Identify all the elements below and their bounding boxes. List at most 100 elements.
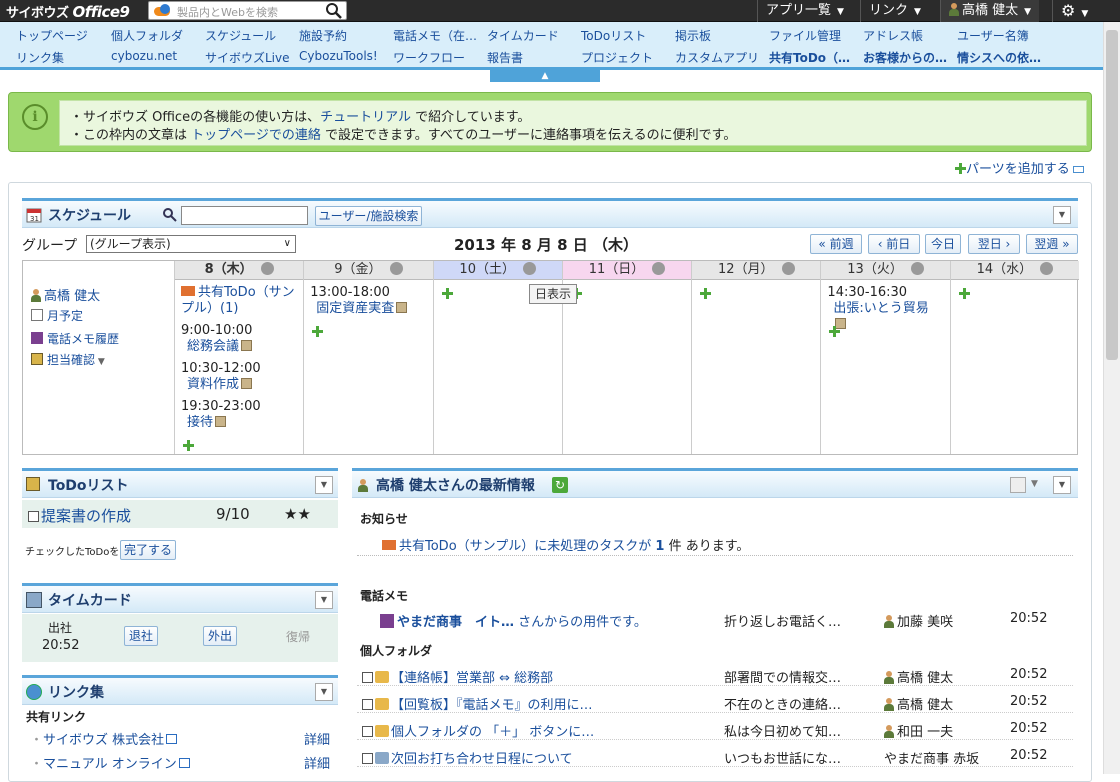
nav-item[interactable]: 施設予約 <box>299 27 391 44</box>
vertical-scrollbar[interactable] <box>1103 22 1120 774</box>
day-view-icon[interactable] <box>652 262 666 275</box>
scrollbar-thumb[interactable] <box>1106 30 1118 360</box>
nav-item[interactable]: 電話メモ（在… <box>393 27 485 44</box>
apps-menu-button[interactable]: アプリ一覧 ▼ <box>757 0 852 22</box>
nav-item[interactable]: プロジェクト <box>581 49 673 66</box>
folder-message-row[interactable]: 個人フォルダの 「＋」 ボタンに… 私は今日初めて知… 和田 一夫 20:52 <box>362 721 1072 740</box>
next-week-button[interactable]: 翌週 » <box>1026 234 1078 254</box>
group-select[interactable]: (グループ表示) ∨ <box>86 235 296 253</box>
event-title[interactable]: 固定資産実査 <box>316 301 394 316</box>
today-button[interactable]: 今日 <box>925 234 961 254</box>
portlet-menu-dropdown[interactable]: ▼ <box>315 591 333 609</box>
day-header[interactable]: 8（木） <box>175 261 304 280</box>
settings-button[interactable]: ⚙ ▼ <box>1052 0 1103 22</box>
portlet-menu-dropdown[interactable]: ▼ <box>315 683 333 701</box>
nav-item[interactable]: アドレス帳 <box>863 27 955 44</box>
phone-memo-history-link[interactable]: 電話メモ履歴 <box>31 330 119 347</box>
go-out-button[interactable]: 外出 <box>203 626 237 646</box>
nav-item[interactable]: お客様からの… <box>863 49 955 66</box>
monthly-schedule-link[interactable]: 月予定 <box>31 307 83 324</box>
day-header[interactable]: 12（月） <box>692 261 821 280</box>
day-view-icon[interactable] <box>910 262 924 275</box>
add-parts-link[interactable]: パーツを追加する <box>955 158 1084 177</box>
clock-out-button[interactable]: 退社 <box>124 626 158 646</box>
add-event-icon[interactable] <box>441 288 453 299</box>
add-event-icon[interactable] <box>829 326 841 337</box>
schedule-event[interactable]: 13:00-18:00 固定資産実査 <box>310 285 419 317</box>
day-header[interactable]: 9（金） <box>304 261 433 280</box>
display-settings-icon[interactable] <box>1010 477 1026 493</box>
day-view-icon[interactable] <box>260 262 274 275</box>
add-event-icon[interactable] <box>700 288 712 299</box>
day-view-icon[interactable] <box>781 262 795 275</box>
folder-message-row[interactable]: 次回お打ち合わせ日程について いつもお世話にな… やまだ商事 赤坂 20:52 <box>362 748 1072 767</box>
assignment-check-link[interactable]: 担当確認 ▼ <box>31 351 105 368</box>
event-title[interactable]: 出張:いとう貿易 <box>833 301 928 316</box>
portlet-menu-dropdown[interactable]: ▼ <box>1053 206 1071 224</box>
nav-item[interactable]: 報告書 <box>487 49 579 66</box>
nav-item[interactable]: ユーザー名簿 <box>957 27 1049 44</box>
next-day-button[interactable]: 翌日 › <box>968 234 1020 254</box>
day-view-icon[interactable] <box>522 262 536 275</box>
event-title[interactable]: 総務会議 <box>187 339 239 354</box>
nav-item[interactable]: 共有ToDo（… <box>769 49 861 66</box>
link-item[interactable]: ・サイボウズ 株式会社 詳細 <box>30 729 330 748</box>
nav-item[interactable]: トップページ <box>16 27 108 44</box>
todo-checkbox[interactable] <box>28 511 39 522</box>
nav-item[interactable]: 情シスへの依… <box>957 49 1049 66</box>
search-icon[interactable] <box>162 207 178 223</box>
search-input[interactable]: 製品内とWebを検索 <box>148 1 347 20</box>
folder-message-row[interactable]: 【連絡帳】営業部 ⇔ 総務部 部署間での情報交… 高橋 健太 20:52 <box>362 667 1072 686</box>
day-header[interactable]: 14（水） <box>950 261 1079 280</box>
schedule-search-input[interactable] <box>181 206 308 225</box>
event-title[interactable]: 接待 <box>187 415 213 430</box>
link-detail[interactable]: 詳細 <box>304 753 330 772</box>
user-facility-search-button[interactable]: ユーザー/施設検索 <box>315 206 422 226</box>
portlet-menu-dropdown[interactable]: ▼ <box>1053 476 1071 494</box>
nav-item[interactable]: カスタムアプリ <box>675 49 767 66</box>
schedule-event[interactable]: 10:30-12:00 資料作成 <box>181 361 290 393</box>
add-event-icon[interactable] <box>183 440 194 451</box>
day-view-icon[interactable] <box>389 262 403 275</box>
phone-memo-row[interactable]: やまだ商事 イト… さんからの用件です。 折り返しお電話く… 加藤 美咲 20:… <box>380 611 1070 630</box>
collapse-nav-handle[interactable]: ▲ <box>490 70 600 82</box>
row-checkbox[interactable] <box>362 753 373 764</box>
add-event-icon[interactable] <box>958 288 970 299</box>
schedule-event[interactable]: 19:30-23:00 接待 <box>181 399 290 431</box>
nav-item[interactable]: リンク集 <box>16 49 108 66</box>
day-header[interactable]: 13（火） <box>821 261 950 280</box>
nav-item[interactable]: ToDoリスト <box>581 27 673 44</box>
app-logo[interactable]: サイボウズ Office9 <box>6 2 130 21</box>
user-menu-button[interactable]: 高橋 健太 ▼ <box>940 0 1040 22</box>
row-checkbox[interactable] <box>362 672 373 683</box>
schedule-event[interactable]: 共有ToDo（サンプル）(1) <box>181 285 298 317</box>
add-event-icon[interactable] <box>312 326 324 337</box>
day-header[interactable]: 10（土） <box>433 261 562 280</box>
nav-item[interactable]: ワークフロー <box>393 49 485 66</box>
row-checkbox[interactable] <box>362 699 373 710</box>
chevron-down-icon[interactable]: ▼ <box>1031 479 1038 489</box>
nav-item[interactable]: サイボウズLive <box>205 49 297 66</box>
todo-item[interactable]: 提案書の作成 <box>28 505 131 526</box>
day-header[interactable]: 11（日） <box>562 261 692 280</box>
complete-todo-button[interactable]: 完了する <box>120 540 176 560</box>
schedule-event[interactable]: 9:00-10:00 総務会議 <box>181 323 290 355</box>
row-checkbox[interactable] <box>362 726 373 737</box>
minimize-icon[interactable] <box>1072 166 1084 173</box>
nav-item[interactable]: タイムカード <box>487 27 579 44</box>
link-detail[interactable]: 詳細 <box>304 729 330 748</box>
nav-item[interactable]: CybozuTools! <box>299 49 391 63</box>
event-title[interactable]: 共有ToDo（サンプル）(1) <box>181 285 295 316</box>
link-item[interactable]: ・マニュアル オンライン 詳細 <box>30 753 330 772</box>
event-title[interactable]: 資料作成 <box>187 377 239 392</box>
notice-item[interactable]: 共有ToDo（サンプル）に未処理のタスクが 1 件 あります。 <box>382 535 749 554</box>
nav-item[interactable]: 個人フォルダ <box>111 27 203 44</box>
top-page-notice-link[interactable]: トップページでの連絡 <box>191 128 321 143</box>
day-view-icon[interactable] <box>1040 262 1054 275</box>
prev-day-button[interactable]: ‹ 前日 <box>868 234 920 254</box>
schedule-event[interactable]: 14:30-16:30 出張:いとう貿易 <box>827 285 936 333</box>
nav-item[interactable]: スケジュール <box>205 27 297 44</box>
schedule-user[interactable]: 高橋 健太 <box>31 285 100 304</box>
nav-item[interactable]: 掲示板 <box>675 27 767 44</box>
portlet-menu-dropdown[interactable]: ▼ <box>315 476 333 494</box>
